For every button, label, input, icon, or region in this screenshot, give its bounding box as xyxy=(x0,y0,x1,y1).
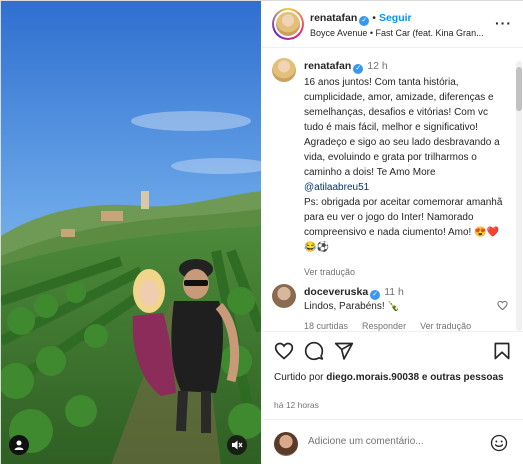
comment-avatar[interactable] xyxy=(272,284,296,308)
caption-username[interactable]: renatafan xyxy=(304,60,351,72)
caption-mention-link[interactable]: @atilaabreu51 xyxy=(304,182,369,193)
comment-translate-link[interactable]: Ver tradução xyxy=(420,321,471,331)
comment-reply-button[interactable]: Responder xyxy=(362,321,406,331)
verified-icon: ✓ xyxy=(359,16,370,26)
author-line: renatafan ✓ • Seguir xyxy=(310,12,412,26)
mute-icon[interactable] xyxy=(227,435,247,455)
comment-icon[interactable] xyxy=(304,341,324,361)
follow-button[interactable]: Seguir xyxy=(379,12,412,24)
comment-time: 11 h xyxy=(384,286,404,298)
action-bar xyxy=(262,331,523,369)
caption-text-part1: 16 anos juntos! Com tanta história, cump… xyxy=(304,77,500,178)
caption-text-part2: Ps: obrigada por aceitar comemorar amanh… xyxy=(304,197,503,253)
audio-track[interactable]: Boyce Avenue • Fast Car (feat. Kina Gran… xyxy=(310,28,485,38)
emoji-icon[interactable] xyxy=(490,434,508,452)
verified-icon: ✓ xyxy=(353,64,364,74)
likes-prefix: Curtido por xyxy=(274,372,327,383)
author-username[interactable]: renatafan xyxy=(310,12,357,24)
heart-icon[interactable] xyxy=(274,341,294,361)
comment-likes-count[interactable]: 18 curtidas xyxy=(304,321,348,331)
user-tag-icon[interactable] xyxy=(9,435,29,455)
instagram-post-modal: renatafan ✓ • Seguir Boyce Avenue • Fast Ca… xyxy=(0,0,523,464)
caption-text: 16 anos juntos! Com tanta história, cump… xyxy=(304,75,509,255)
likes-others-link[interactable]: e outras pessoas xyxy=(419,372,504,383)
comments-scrollbar[interactable] xyxy=(516,61,522,331)
comment-like-heart-icon[interactable] xyxy=(497,300,508,314)
caption-avatar[interactable] xyxy=(272,58,296,82)
comment-username[interactable]: doceveruska xyxy=(304,286,368,298)
share-icon[interactable] xyxy=(334,341,354,361)
post-timestamp[interactable]: há 12 horas xyxy=(274,400,319,410)
more-icon[interactable]: ··· xyxy=(495,15,512,31)
current-user-avatar xyxy=(274,432,298,456)
likes-summary: Curtido por diego.morais.90038 e outras … xyxy=(274,371,514,385)
scrollbar-thumb[interactable] xyxy=(516,67,522,111)
separator-dot: • xyxy=(372,12,376,24)
add-comment-input[interactable] xyxy=(308,436,478,447)
caption-author: renatafan ✓ 12 h xyxy=(304,60,388,74)
likes-user-link[interactable]: diego.morais.90038 xyxy=(326,372,419,383)
comments-scroll-area[interactable]: renatafan ✓ 12 h 16 anos juntos! Com tanta… xyxy=(262,48,523,331)
caption-translate-link[interactable]: Ver tradução xyxy=(304,267,355,277)
post-media[interactable] xyxy=(1,1,261,464)
post-header: renatafan ✓ • Seguir Boyce Avenue • Fast Ca… xyxy=(262,1,523,48)
verified-icon: ✓ xyxy=(370,290,381,300)
post-details-panel: renatafan ✓ • Seguir Boyce Avenue • Fast Ca… xyxy=(262,1,523,464)
save-icon[interactable] xyxy=(492,341,512,361)
comment-author: doceveruska ✓ 11 h xyxy=(304,286,404,300)
comment-text: Lindos, Parabéns! 🍾 xyxy=(304,301,400,312)
author-avatar[interactable] xyxy=(272,8,304,40)
add-comment-bar xyxy=(262,419,523,464)
caption-time: 12 h xyxy=(367,60,388,72)
photo-couple-vineyard xyxy=(1,1,261,464)
comment-meta: 18 curtidas Responder Ver tradução xyxy=(304,321,485,331)
